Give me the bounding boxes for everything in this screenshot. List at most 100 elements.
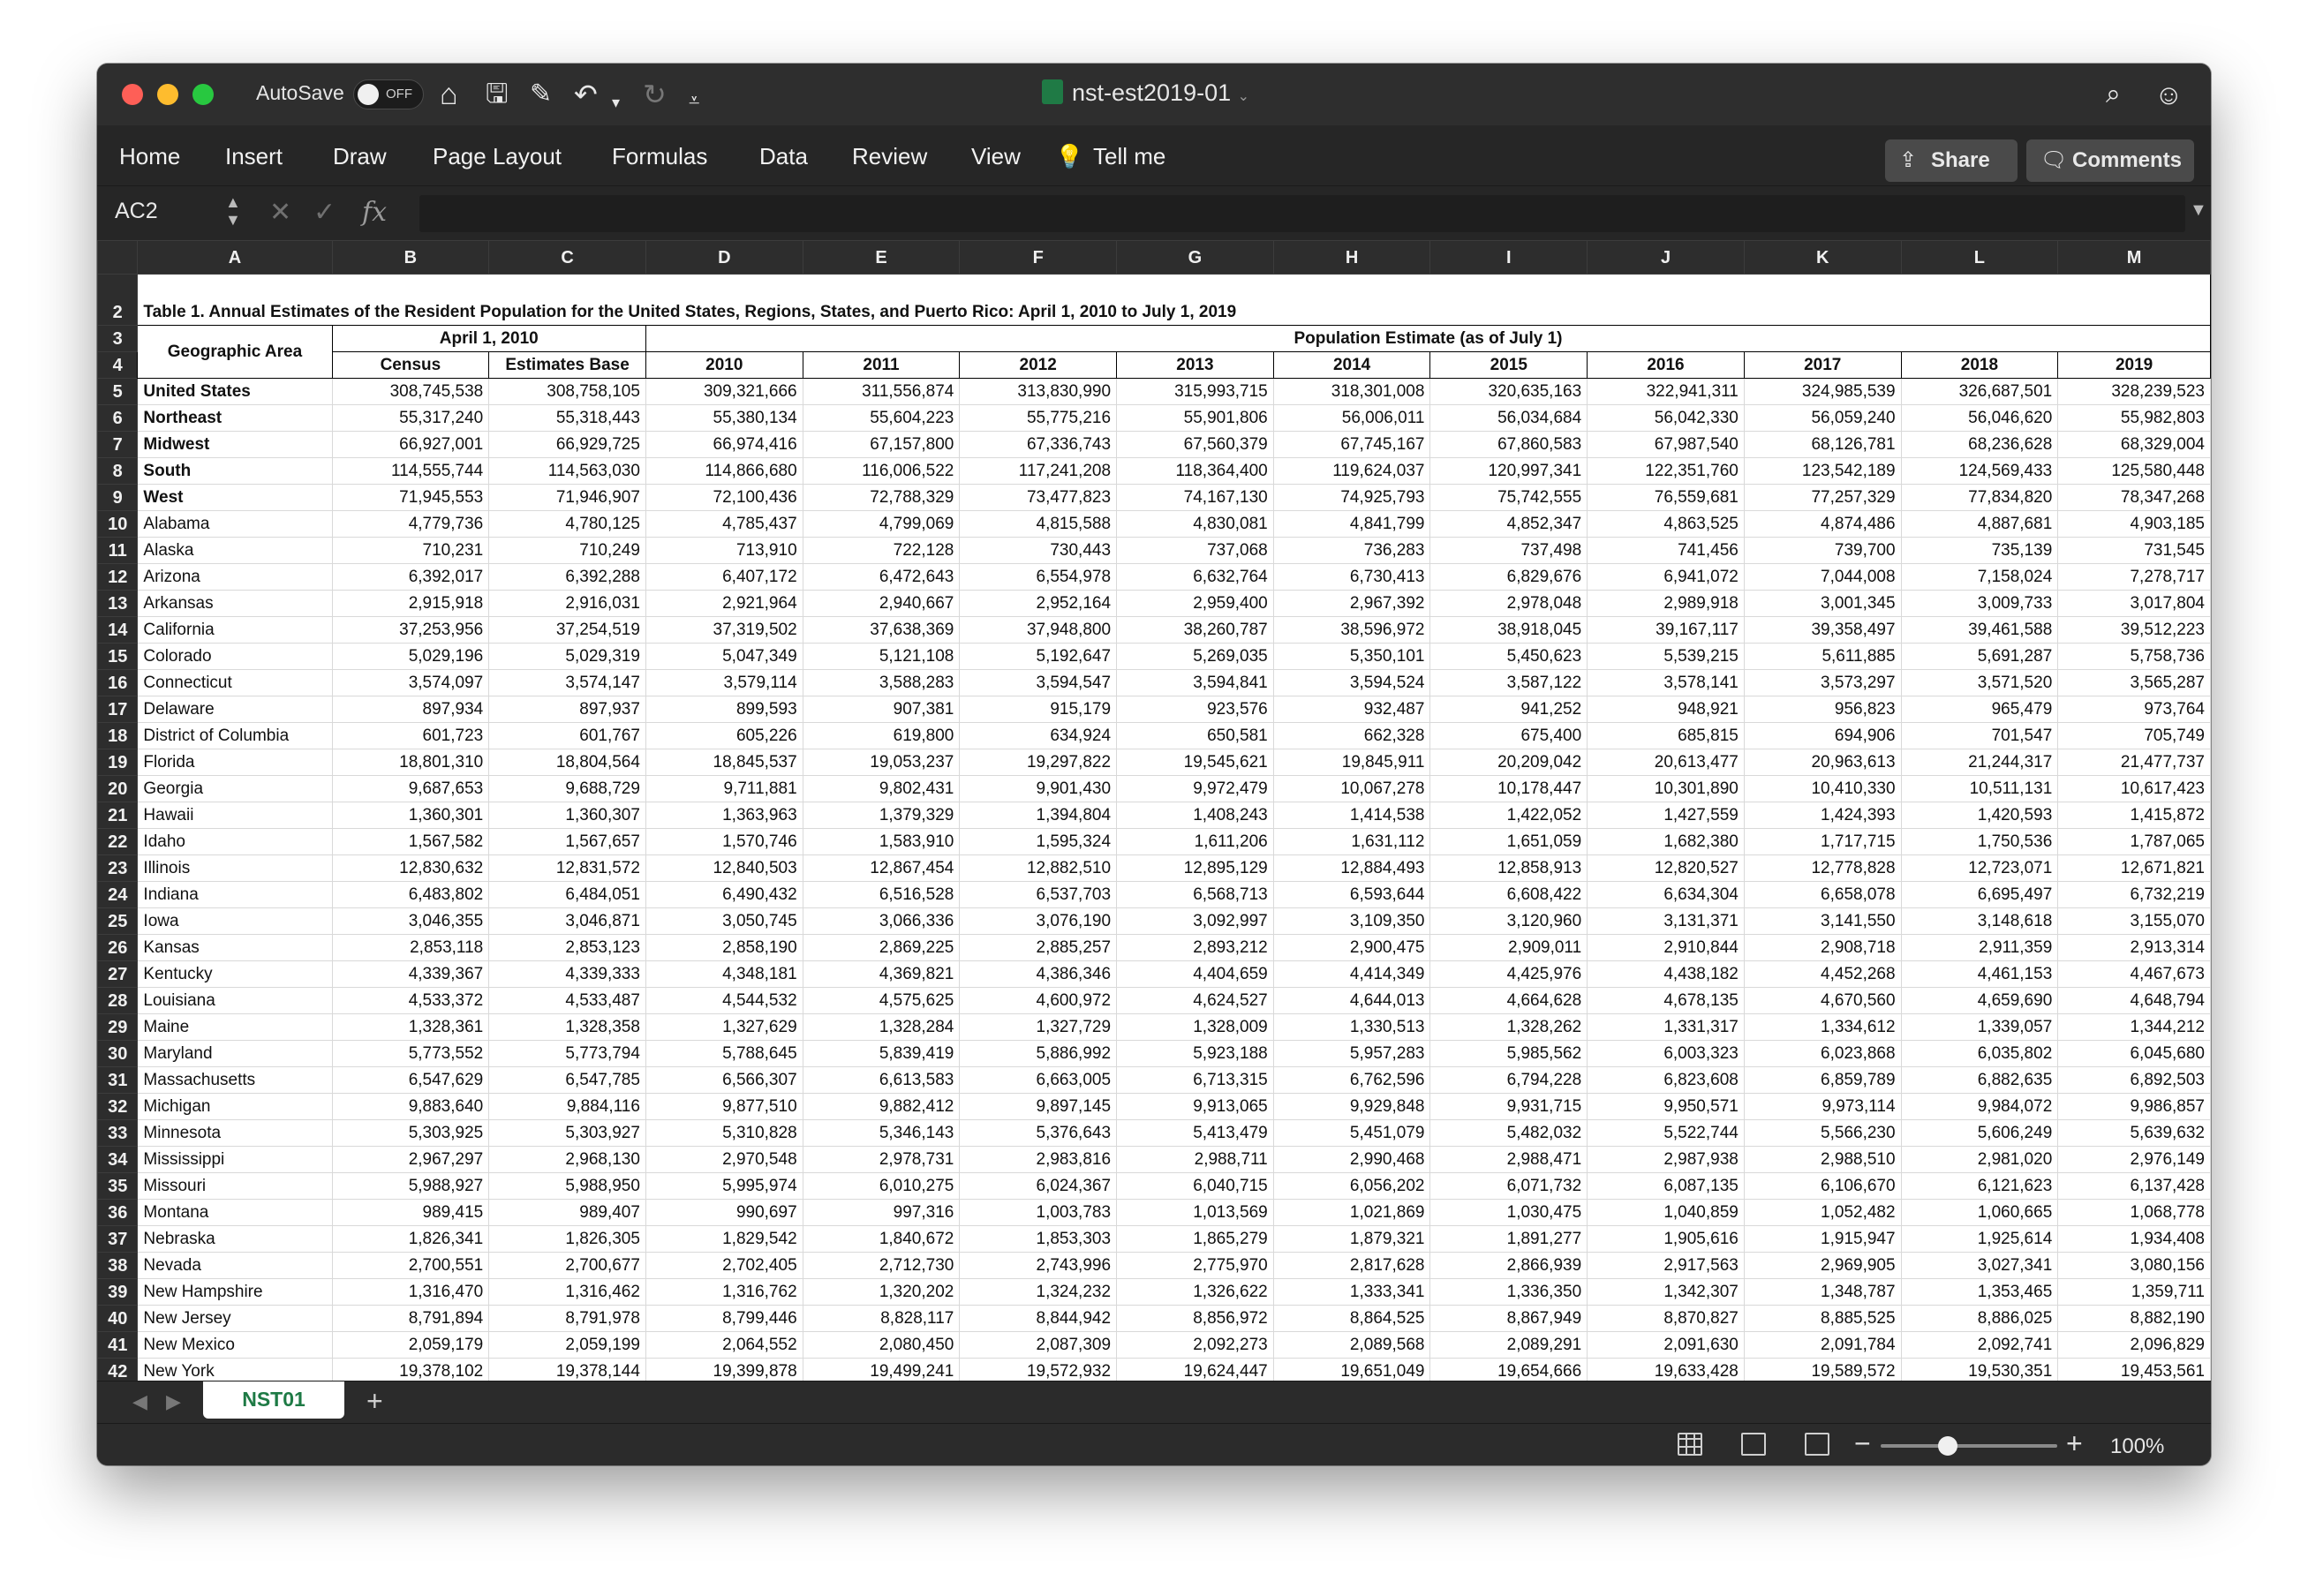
population-cell[interactable]: 8,885,525	[1743, 1305, 1902, 1332]
population-cell[interactable]: 601,767	[488, 722, 646, 749]
geographic-area-cell[interactable]: Arizona	[137, 563, 333, 591]
population-cell[interactable]: 67,157,800	[802, 431, 961, 458]
geographic-area-cell[interactable]: Arkansas	[137, 590, 333, 617]
population-cell[interactable]: 2,700,677	[488, 1252, 646, 1279]
population-cell[interactable]: 19,297,822	[959, 749, 1118, 776]
sub-header-cell[interactable]: Estimates Base	[488, 351, 646, 379]
formula-input[interactable]	[419, 195, 2185, 232]
population-cell[interactable]: 5,611,885	[1743, 643, 1902, 670]
population-cell[interactable]: 8,791,894	[331, 1305, 490, 1332]
population-cell[interactable]: 9,973,114	[1743, 1093, 1902, 1120]
population-cell[interactable]: 9,897,145	[959, 1093, 1118, 1120]
row-header[interactable]: 10	[97, 510, 139, 538]
tab-draw[interactable]: Draw	[333, 143, 387, 170]
population-cell[interactable]: 1,865,279	[1116, 1225, 1274, 1253]
tab-home[interactable]: Home	[119, 143, 180, 170]
column-header[interactable]: A	[137, 240, 333, 275]
population-cell[interactable]: 1,052,482	[1743, 1199, 1902, 1226]
column-header[interactable]: I	[1429, 240, 1588, 275]
population-cell[interactable]: 39,512,223	[2057, 616, 2211, 644]
population-cell[interactable]: 326,687,501	[1900, 378, 2059, 405]
population-cell[interactable]: 741,456	[1587, 537, 1745, 564]
population-cell[interactable]: 1,567,657	[488, 828, 646, 855]
population-cell[interactable]: 6,547,785	[488, 1066, 646, 1094]
population-cell[interactable]: 1,331,317	[1587, 1013, 1745, 1041]
population-cell[interactable]: 4,369,821	[802, 960, 961, 988]
population-cell[interactable]: 2,911,359	[1900, 934, 2059, 961]
population-cell[interactable]: 66,929,725	[488, 431, 646, 458]
population-cell[interactable]: 5,376,643	[959, 1119, 1118, 1147]
population-cell[interactable]: 4,678,135	[1587, 987, 1745, 1014]
population-cell[interactable]: 1,326,622	[1116, 1278, 1274, 1306]
population-cell[interactable]: 19,053,237	[802, 749, 961, 776]
population-cell[interactable]: 2,908,718	[1743, 934, 1902, 961]
population-cell[interactable]: 899,593	[645, 696, 803, 723]
population-cell[interactable]: 5,886,992	[959, 1040, 1118, 1067]
population-cell[interactable]: 67,745,167	[1272, 431, 1431, 458]
sub-header-cell[interactable]: 2018	[1900, 351, 2059, 379]
population-cell[interactable]: 634,924	[959, 722, 1118, 749]
population-cell[interactable]: 3,148,618	[1900, 907, 2059, 935]
population-cell[interactable]: 74,925,793	[1272, 484, 1431, 511]
population-cell[interactable]: 7,278,717	[2057, 563, 2211, 591]
population-cell[interactable]: 1,339,057	[1900, 1013, 2059, 1041]
home-icon[interactable]: ⌂	[440, 77, 458, 112]
population-cell[interactable]: 125,580,448	[2057, 457, 2211, 485]
april-2010-header[interactable]: April 1, 2010	[331, 325, 646, 352]
share-button[interactable]: ⇪ Share	[1885, 139, 2018, 182]
population-cell[interactable]: 1,030,475	[1429, 1199, 1588, 1226]
row-header[interactable]: 19	[97, 749, 139, 776]
population-cell[interactable]: 4,414,349	[1272, 960, 1431, 988]
population-cell[interactable]: 8,867,949	[1429, 1305, 1588, 1332]
population-cell[interactable]: 2,970,548	[645, 1146, 803, 1173]
population-cell[interactable]: 2,921,964	[645, 590, 803, 617]
population-cell[interactable]: 1,420,593	[1900, 802, 2059, 829]
geographic-area-cell[interactable]: California	[137, 616, 333, 644]
population-cell[interactable]: 320,635,163	[1429, 378, 1588, 405]
population-cell[interactable]: 68,236,628	[1900, 431, 2059, 458]
population-cell[interactable]: 116,006,522	[802, 457, 961, 485]
population-cell[interactable]: 114,563,030	[488, 457, 646, 485]
population-cell[interactable]: 6,071,732	[1429, 1172, 1588, 1200]
population-cell[interactable]: 2,959,400	[1116, 590, 1274, 617]
population-cell[interactable]: 38,260,787	[1116, 616, 1274, 644]
population-cell[interactable]: 9,901,430	[959, 775, 1118, 802]
population-cell[interactable]: 6,762,596	[1272, 1066, 1431, 1094]
row-header[interactable]: 31	[97, 1066, 139, 1094]
population-cell[interactable]: 1,344,212	[2057, 1013, 2211, 1041]
geographic-area-cell[interactable]: Louisiana	[137, 987, 333, 1014]
population-cell[interactable]: 1,682,380	[1587, 828, 1745, 855]
population-cell[interactable]: 1,787,065	[2057, 828, 2211, 855]
population-cell[interactable]: 2,712,730	[802, 1252, 961, 1279]
population-cell[interactable]: 6,732,219	[2057, 881, 2211, 908]
population-cell[interactable]: 2,988,471	[1429, 1146, 1588, 1173]
population-cell[interactable]: 3,573,297	[1743, 669, 1902, 696]
row-header[interactable]: 39	[97, 1278, 139, 1306]
geographic-area-cell[interactable]: United States	[137, 378, 333, 405]
population-cell[interactable]: 3,594,841	[1116, 669, 1274, 696]
next-sheet-icon[interactable]: ▶	[166, 1390, 181, 1413]
population-cell[interactable]: 736,283	[1272, 537, 1431, 564]
population-cell[interactable]: 72,788,329	[802, 484, 961, 511]
population-cell[interactable]: 12,867,454	[802, 854, 961, 882]
population-cell[interactable]: 1,583,910	[802, 828, 961, 855]
population-cell[interactable]: 3,076,190	[959, 907, 1118, 935]
geographic-area-cell[interactable]: Northeast	[137, 404, 333, 432]
row-header[interactable]: 13	[97, 590, 139, 617]
spreadsheet-grid[interactable]: ABCDEFGHIJKLM 2 Table 1. Annual Estimate…	[97, 240, 2211, 1381]
population-cell[interactable]: 37,254,519	[488, 616, 646, 644]
row-header[interactable]: 12	[97, 563, 139, 591]
population-cell[interactable]: 4,339,367	[331, 960, 490, 988]
population-cell[interactable]: 1,826,305	[488, 1225, 646, 1253]
population-cell[interactable]: 2,990,468	[1272, 1146, 1431, 1173]
row-header[interactable]: 42	[97, 1358, 139, 1381]
geographic-area-cell[interactable]: Iowa	[137, 907, 333, 935]
population-cell[interactable]: 735,139	[1900, 537, 2059, 564]
tab-data[interactable]: Data	[759, 143, 808, 170]
population-cell[interactable]: 1,829,542	[645, 1225, 803, 1253]
population-cell[interactable]: 6,024,367	[959, 1172, 1118, 1200]
population-cell[interactable]: 328,239,523	[2057, 378, 2211, 405]
population-cell[interactable]: 6,658,078	[1743, 881, 1902, 908]
population-cell[interactable]: 6,568,713	[1116, 881, 1274, 908]
population-cell[interactable]: 118,364,400	[1116, 457, 1274, 485]
